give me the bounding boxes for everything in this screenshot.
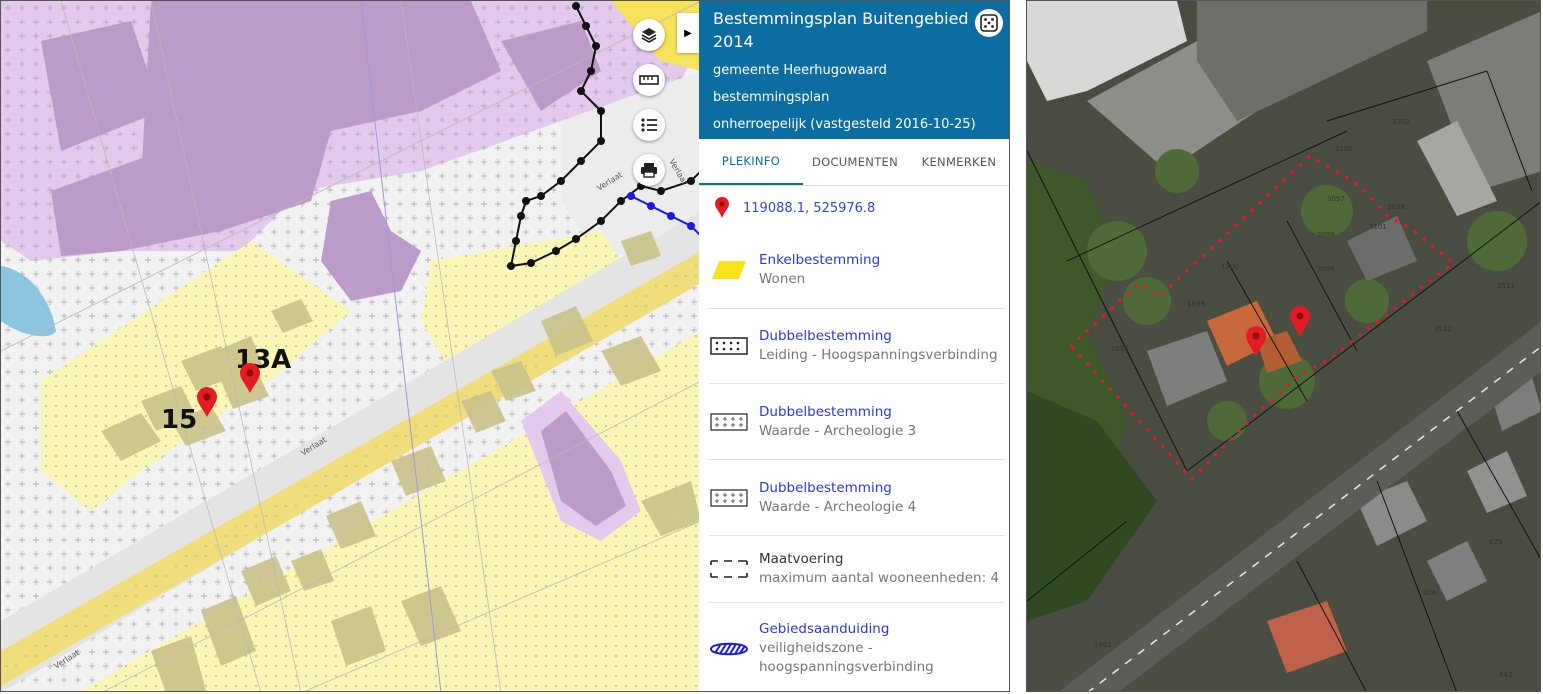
tab-plekinfo[interactable]: PLEKINFO <box>699 139 803 185</box>
legend-value: maximum aantal wooneenheden: 4 <box>759 569 1000 586</box>
layers-icon <box>641 28 657 43</box>
legend-value: Leiding - Hoogspanningsverbinding <box>759 346 998 363</box>
info-panel: Bestemmingsplan Buitengebied 2014 gemeen… <box>699 1 1009 691</box>
parcel-number: 825 <box>1489 538 1502 546</box>
parcel-number: 1699 <box>1187 300 1205 308</box>
legend-list-icon <box>641 118 657 132</box>
legend-title[interactable]: Dubbelbestemming <box>759 403 916 422</box>
parcel-number: 3101 <box>1369 223 1387 231</box>
parcel-number: 1700 <box>1221 263 1239 271</box>
parcel-number: 3100 <box>1335 145 1353 153</box>
parcel-number: 3099 <box>1317 231 1335 239</box>
panel-tabs: PLEKINFO DOCUMENTEN KENMERKEN <box>699 139 1009 186</box>
tab-kenmerken[interactable]: KENMERKEN <box>907 139 1009 185</box>
parcel-number: 3511 <box>1497 282 1515 290</box>
parcel-number: 3098 <box>1387 203 1405 211</box>
coordinates-value: 119088.1, 525976.8 <box>743 200 876 216</box>
dotted-box-icon <box>710 336 748 355</box>
parcel-number: 843 <box>1499 671 1512 679</box>
legend-item[interactable]: Gebiedsaanduiding veiligheidszone - hoogs… <box>699 611 1009 686</box>
collapse-panel-button[interactable]: ▶ <box>677 13 699 53</box>
parcel-number: 3096 <box>1317 265 1335 273</box>
coordinate-row: 119088.1, 525976.8 <box>699 186 1009 230</box>
parcel-number: 3512 <box>1434 325 1452 333</box>
panel-header: Bestemmingsplan Buitengebied 2014 gemeen… <box>699 1 1009 139</box>
legend-value: Waarde - Archeologie 3 <box>759 422 917 439</box>
plan-type: bestemmingsplan <box>713 90 830 105</box>
house-number-label: 15 <box>161 405 197 435</box>
parcel-number: 3097 <box>1327 195 1345 203</box>
plan-title: Bestemmingsplan Buitengebied 2014 <box>713 9 969 51</box>
legend-item[interactable]: Dubbelbestemming Waarde - Archeologie 3 <box>699 384 1009 459</box>
random-location-button[interactable] <box>975 9 1003 37</box>
print-button[interactable] <box>633 154 665 186</box>
legend-title[interactable]: Enkelbestemming <box>759 251 880 270</box>
planning-map-viewer: Verlaat Verlaat Verlaat Verlaat 13A 15 ▶ <box>0 0 1010 692</box>
legend-value: Wonen <box>759 270 806 287</box>
parcel-number: 1962 <box>1094 641 1112 649</box>
legend-button[interactable] <box>633 109 665 141</box>
legend-item: Maatvoering maximum aantal wooneenheden: … <box>699 531 1009 606</box>
legend-value: veiligheidszone - hoogspanningsverbindin… <box>759 640 934 675</box>
aerial-photo-map[interactable]: 3102 3100 3097 3098 3099 3101 3096 1700 … <box>1026 0 1541 692</box>
ruler-icon <box>639 75 659 85</box>
plus-box-icon <box>710 412 748 431</box>
legend-title[interactable]: Dubbelbestemming <box>759 327 998 346</box>
tab-documenten[interactable]: DOCUMENTEN <box>803 139 907 185</box>
chevron-right-icon: ▶ <box>684 27 692 39</box>
aerial-image: 3102 3100 3097 3098 3099 3101 3096 1700 … <box>1027 1 1540 691</box>
map-pin-icon <box>715 197 729 218</box>
divider <box>709 602 1005 603</box>
plus-box-icon <box>710 488 748 507</box>
parcel-number: 3102 <box>1392 118 1410 126</box>
legend-title[interactable]: Dubbelbestemming <box>759 479 916 498</box>
plan-status: onherroepelijk (vastgesteld 2016-10-25) <box>713 117 976 132</box>
parcel-number: 1698 <box>1111 345 1129 353</box>
legend-title[interactable]: Gebiedsaanduiding <box>759 620 1009 639</box>
legend-item[interactable]: Enkelbestemming Wonen <box>699 232 1009 307</box>
dashed-box-icon <box>710 559 748 578</box>
legend-item[interactable]: Dubbelbestemming Waarde - Archeologie 4 <box>699 460 1009 535</box>
legend-item[interactable]: Dubbelbestemming Leiding - Hoogspanningsv… <box>699 308 1009 383</box>
yellow-parallelogram-icon <box>712 260 746 279</box>
dice-icon <box>980 14 998 32</box>
legend-value: Waarde - Archeologie 4 <box>759 498 917 515</box>
municipality: gemeente Heerhugowaard <box>713 63 887 78</box>
parcel-number: 826 <box>1423 589 1437 597</box>
measure-button[interactable] <box>633 64 665 96</box>
legend-title: Maatvoering <box>759 550 844 567</box>
layers-button[interactable] <box>633 19 665 51</box>
print-icon <box>641 163 657 178</box>
zoning-map[interactable]: Verlaat Verlaat Verlaat Verlaat 13A 15 <box>1 1 701 692</box>
blue-hatch-icon <box>709 642 749 655</box>
